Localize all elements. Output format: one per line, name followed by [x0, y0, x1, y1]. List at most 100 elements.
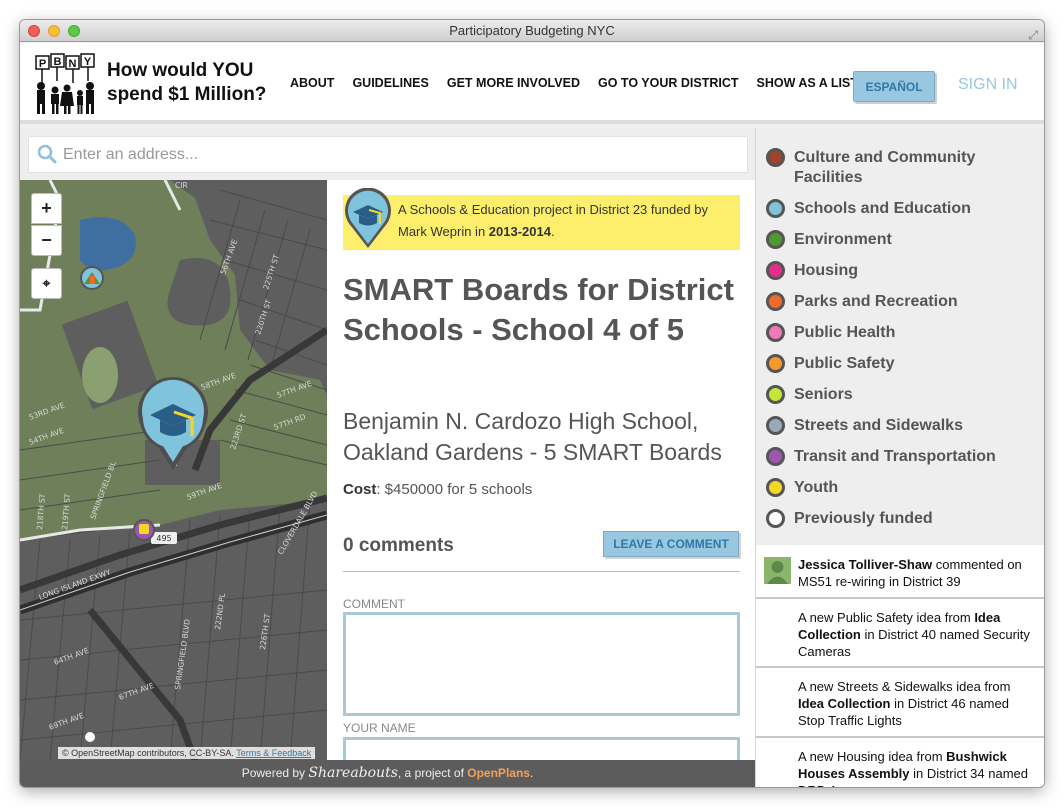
nav-get-more-involved[interactable]: GET MORE INVOLVED	[447, 76, 580, 90]
search-icon	[37, 144, 57, 164]
legend-label: Public Health	[794, 324, 896, 341]
activity-text: A new Streets & Sidewalks idea from	[798, 679, 1011, 694]
zoom-in-button[interactable]: +	[31, 193, 62, 224]
legend-label: Youth	[794, 479, 839, 496]
tagline: How would YOU spend $1 Million?	[107, 59, 287, 107]
legend-label: Parks and Recreation	[794, 293, 958, 310]
legend-label: Streets and Sidewalks	[794, 417, 963, 434]
banner-suffix: .	[550, 224, 555, 239]
legend-item-environment[interactable]: Environment	[766, 230, 1041, 250]
project-detail-panel: × A Schools & Education project in Distr…	[327, 180, 755, 761]
svg-text:N: N	[69, 58, 77, 70]
attribution-text: © OpenStreetMap contributors, CC-BY-SA.	[62, 748, 234, 758]
activity-user[interactable]: Jessica Tolliver-Shaw	[798, 557, 932, 572]
legend-dot	[766, 323, 785, 342]
svg-text:Y: Y	[84, 56, 92, 68]
nav-about[interactable]: ABOUT	[290, 76, 334, 90]
activity-text: A new Public Safety idea from	[798, 610, 975, 625]
project-subtitle: Benjamin N. Cardozo High School, Oakland…	[343, 408, 722, 465]
map-tiles[interactable]: 53RD AVE 54TH AVE 56TH AVE 57TH AVE 57TH…	[20, 180, 327, 761]
zoom-window-button[interactable]	[68, 25, 80, 37]
cost-value: : $450000 for 5 schools	[376, 481, 533, 498]
legend-item-transit[interactable]: Transit and Transportation	[766, 447, 1041, 467]
highway-shield-number: 495	[156, 534, 171, 543]
avatar	[764, 557, 791, 584]
street-label: CIR	[175, 181, 188, 190]
parks-marker[interactable]	[80, 266, 104, 290]
legend-label: Transit and Transportation	[794, 448, 996, 465]
nav-guidelines[interactable]: GUIDELINES	[352, 76, 428, 90]
legend-dot	[766, 385, 785, 404]
activity-item[interactable]: Jessica Tolliver-Shaw commented on MS51 …	[756, 545, 1044, 599]
schools-education-icon	[345, 188, 391, 248]
banner-year: 2013-2014	[488, 224, 551, 239]
map-attribution: © OpenStreetMap contributors, CC-BY-SA. …	[58, 747, 316, 759]
name-field-label: YOUR NAME	[343, 721, 416, 735]
legend-dot	[766, 447, 785, 466]
title-bar: Participatory Budgeting NYC ⤢	[20, 20, 1044, 42]
project-banner: A Schools & Education project in Distric…	[343, 188, 740, 250]
legend-dot	[766, 292, 785, 311]
legend-dot	[766, 148, 785, 167]
name-input[interactable]	[343, 737, 740, 761]
activity-item[interactable]: A new Streets & Sidewalks idea from Idea…	[756, 670, 1044, 738]
legend-label: Environment	[794, 231, 892, 248]
tagline-line1: How would YOU	[107, 60, 254, 81]
nav-show-as-list[interactable]: SHOW AS A LIST	[757, 76, 858, 90]
legend-item-public-safety[interactable]: Public Safety	[766, 354, 1041, 374]
legend-dot	[766, 199, 785, 218]
transit-marker[interactable]	[133, 519, 155, 541]
shareabouts-link[interactable]: Shareabouts	[308, 765, 398, 781]
legend-item-streets[interactable]: Streets and Sidewalks	[766, 416, 1041, 436]
svg-text:B: B	[54, 56, 62, 68]
svg-text:P: P	[39, 58, 46, 70]
close-window-button[interactable]	[28, 25, 40, 37]
map[interactable]: 53RD AVE 54TH AVE 56TH AVE 57TH AVE 57TH…	[20, 180, 327, 761]
legend-item-culture[interactable]: Culture and Community Facilities	[766, 148, 1041, 188]
browser-window: Participatory Budgeting NYC ⤢ PBNY How w…	[20, 20, 1044, 787]
terms-feedback-link[interactable]: Terms & Feedback	[236, 748, 311, 758]
locate-icon[interactable]: ⌖	[31, 268, 62, 299]
zoom-out-button[interactable]: −	[31, 225, 62, 256]
activity-feed: Jessica Tolliver-Shaw commented on MS51 …	[756, 545, 1044, 787]
project-title: SMART Boards for District Schools - Scho…	[343, 272, 734, 347]
footer-middle: , a project of	[397, 766, 468, 780]
comment-field-label: COMMENT	[343, 597, 405, 611]
footer-prefix: Powered by	[241, 766, 309, 780]
legend-item-schools[interactable]: Schools and Education	[766, 199, 1041, 219]
legend-dot	[766, 416, 785, 435]
legend-label: Housing	[794, 262, 858, 279]
legend-dot	[766, 354, 785, 373]
activity-item[interactable]: A new Public Safety idea from Idea Colle…	[756, 601, 1044, 668]
comments-heading: 0 comments	[343, 535, 454, 556]
legend-item-housing[interactable]: Housing	[766, 261, 1041, 281]
map-point[interactable]	[85, 732, 95, 742]
address-search-input[interactable]	[63, 137, 743, 172]
minimize-window-button[interactable]	[48, 25, 60, 37]
leave-comment-button[interactable]: LEAVE A COMMENT	[603, 531, 739, 557]
comment-textarea[interactable]	[343, 612, 740, 716]
category-legend: Culture and Community Facilities Schools…	[766, 148, 1041, 540]
espanol-button[interactable]: ESPAÑOL	[853, 71, 935, 102]
activity-item[interactable]: A new Housing idea from Bushwick Houses …	[756, 740, 1044, 787]
openplans-link[interactable]: OpenPlans	[467, 766, 530, 780]
legend-label: Culture and Community Facilities	[794, 149, 976, 186]
footer-suffix: .	[529, 766, 534, 780]
legend-label: Previously funded	[794, 510, 933, 527]
main-nav: ABOUT GUIDELINES GET MORE INVOLVED GO TO…	[290, 76, 858, 90]
legend-item-seniors[interactable]: Seniors	[766, 385, 1041, 405]
legend-item-public-health[interactable]: Public Health	[766, 323, 1041, 343]
pbnyc-logo[interactable]: PBNY	[34, 53, 98, 115]
activity-text: A new Housing idea from	[798, 749, 947, 764]
sign-in-link[interactable]: SIGN IN	[958, 76, 1018, 94]
activity-source: Idea Collection	[798, 696, 891, 711]
legend-item-youth[interactable]: Youth	[766, 478, 1041, 498]
legend-item-parks[interactable]: Parks and Recreation	[766, 292, 1041, 312]
nav-go-to-your-district[interactable]: GO TO YOUR DISTRICT	[598, 76, 739, 90]
legend-dot	[766, 509, 785, 528]
site-header: PBNY How would YOU spend $1 Million? ABO…	[20, 43, 1044, 124]
legend-item-previously-funded[interactable]: Previously funded	[766, 509, 1041, 529]
project-cost: Cost: $450000 for 5 schools	[343, 481, 532, 498]
sidebar: Culture and Community Facilities Schools…	[755, 128, 1044, 787]
highway-shield: 495	[151, 532, 177, 544]
